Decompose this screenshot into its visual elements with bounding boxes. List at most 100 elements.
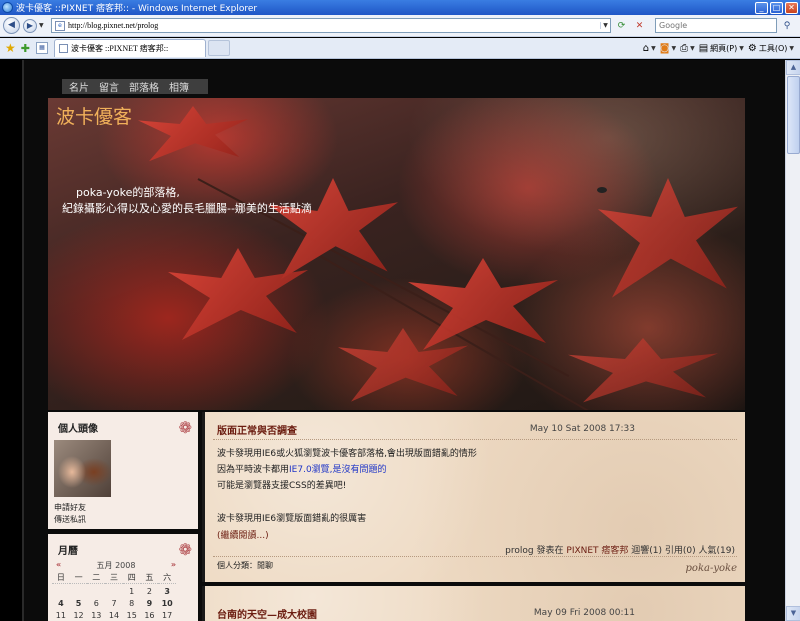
calendar-day[interactable]: 17 — [158, 611, 176, 620]
stop-icon[interactable]: ✕ — [632, 19, 647, 33]
page-menu-icon: ▤ — [698, 42, 709, 54]
post-title[interactable]: 台南的天空—成大校園 — [217, 606, 317, 621]
post-meta: prolog 發表在 PIXNET 痞客邦 迴響(1) 引用(0) 人氣(19) — [505, 543, 735, 556]
nav-item-album[interactable]: 相簿 — [169, 79, 189, 94]
calendar-empty-day — [70, 587, 88, 596]
calendar-day[interactable]: 11 — [52, 611, 70, 620]
calendar-empty-day — [87, 587, 105, 596]
leaf-graphic — [168, 248, 308, 340]
calendar-day[interactable]: 8 — [123, 599, 141, 608]
read-more-link[interactable]: (繼續閱讀...) — [217, 528, 269, 541]
profile-box: 個人頭像 ❁ 申請好友 傳送私訊 — [48, 412, 198, 529]
calendar-day[interactable]: 10 — [158, 599, 176, 608]
blog-title[interactable]: 波卡優客 — [56, 102, 132, 129]
calendar-weekday: 四 — [122, 572, 141, 584]
leaf-graphic — [138, 106, 248, 162]
calendar-day[interactable]: 13 — [87, 611, 105, 620]
calendar-empty-day — [52, 587, 70, 596]
post-category[interactable]: 個人分類：閒聊 — [217, 560, 273, 571]
add-favorite-icon[interactable]: ✚ — [21, 42, 30, 55]
post-site-link[interactable]: PIXNET 痞客邦 — [566, 546, 628, 556]
quick-tabs-icon[interactable]: ▦ — [35, 42, 48, 54]
post-title[interactable]: 版面正常與否調查 — [217, 422, 297, 437]
minimize-button[interactable]: _ — [755, 1, 768, 14]
feeds-button[interactable]: ◙ ▼ — [660, 43, 676, 54]
search-icon[interactable]: ⚲ — [779, 19, 795, 33]
calendar-day[interactable]: 4 — [52, 599, 70, 608]
leaf-graphic — [338, 328, 468, 402]
calendar-day[interactable]: 3 — [158, 587, 176, 596]
print-icon: ⎙ — [680, 42, 689, 54]
address-field[interactable]: e http://blog.pixnet.net/prolog ▼ — [51, 18, 611, 33]
window-titlebar: 波卡優客 ::PIXNET 痞客邦:: - Windows Internet E… — [0, 0, 800, 15]
home-icon: ⌂ — [642, 42, 650, 54]
page-menu-label: 網頁(P) — [710, 43, 738, 53]
tab-active[interactable]: 波卡優客 ::PIXNET 痞客邦:: — [53, 39, 206, 57]
next-month-button[interactable]: » — [171, 560, 176, 571]
tools-menu[interactable]: ⚙ 工具(O) ▼ — [748, 43, 794, 54]
tools-menu-label: 工具(O) — [758, 43, 788, 53]
recent-pages-dropdown[interactable]: ▼ — [39, 22, 47, 29]
nav-item-card[interactable]: 名片 — [69, 79, 89, 94]
page-icon: e — [55, 20, 65, 31]
gear-icon: ⚙ — [747, 42, 757, 54]
scroll-up-button[interactable]: ▲ — [786, 60, 800, 75]
tab-label: 波卡優客 ::PIXNET 痞客邦:: — [70, 44, 169, 53]
search-field[interactable] — [655, 18, 777, 33]
leaf-graphic — [408, 258, 558, 350]
calendar-day[interactable]: 1 — [123, 587, 141, 596]
nav-item-guestbook[interactable]: 留言 — [99, 79, 119, 94]
avatar[interactable] — [54, 440, 111, 497]
post-text: 可能是瀏覽器支援CSS的差異吧! — [217, 481, 347, 491]
refresh-icon[interactable]: ⟳ — [614, 19, 629, 33]
post-text: 波卡發現用IE6或火狐瀏覽波卡優客部落格,會出現版面錯亂的情形 — [217, 449, 477, 459]
calendar-weekday: 二 — [87, 572, 106, 584]
calendar-empty-day — [105, 587, 123, 596]
calendar-day[interactable]: 14 — [105, 611, 123, 620]
calendar-grid: 日一二三四五六 1 2 3 4 5 6 7 8 9 10 11 12 13 14 15 16 17 — [52, 572, 176, 620]
send-message-link[interactable]: 傳送私訊 — [54, 514, 86, 525]
calendar-day[interactable]: 2 — [141, 587, 159, 596]
signature: poka-yoke — [685, 563, 737, 574]
calendar-day[interactable]: 12 — [70, 611, 88, 620]
post-meta-text: 發表在 — [536, 546, 564, 556]
forward-button[interactable]: ▶ — [23, 18, 37, 33]
new-tab-button[interactable] — [207, 40, 230, 56]
print-button[interactable]: ⎙ ▼ — [680, 43, 695, 54]
post-text-fragment: 因為平時波卡都用 — [217, 465, 290, 475]
scroll-down-button[interactable]: ▼ — [786, 606, 800, 621]
add-friend-link[interactable]: 申請好友 — [54, 502, 86, 513]
calendar-month-bar: « 五月 2008 » — [56, 560, 176, 571]
page-viewport: 名片 留言 部落格 相簿 波卡優客 poka-yoke的部落格, 紀錄攝影心得以… — [0, 60, 800, 621]
prev-month-button[interactable]: « — [56, 560, 61, 571]
leaf-graphic — [268, 178, 398, 280]
scroll-thumb[interactable] — [787, 76, 800, 154]
post-link[interactable]: IE7.0瀏覽,是沒有問題的 — [289, 465, 387, 475]
vertical-scrollbar[interactable]: ▲ ▼ — [785, 60, 800, 621]
post-text: 因為平時波卡都用IE7.0瀏覽,是沒有問題的 — [217, 462, 387, 475]
nav-item-blog[interactable]: 部落格 — [129, 79, 159, 94]
blog-banner: 波卡優客 poka-yoke的部落格, 紀錄攝影心得以及心愛的長毛臘腸--娜美的… — [48, 98, 745, 410]
post-author[interactable]: prolog — [505, 546, 533, 556]
calendar-weekday: 五 — [140, 572, 159, 584]
post-stats[interactable]: 迴響(1) 引用(0) 人氣(19) — [631, 546, 735, 556]
calendar-day[interactable]: 6 — [87, 599, 105, 608]
leaf-graphic — [568, 338, 718, 403]
maximize-button[interactable]: □ — [770, 1, 783, 14]
home-button[interactable]: ⌂ ▼ — [643, 43, 656, 54]
url-text[interactable]: http://blog.pixnet.net/prolog — [68, 21, 600, 30]
favorites-star-icon[interactable]: ★ — [5, 41, 16, 55]
page-menu[interactable]: ▤ 網頁(P) ▼ — [699, 43, 744, 54]
calendar-day[interactable]: 16 — [141, 611, 159, 620]
search-input[interactable] — [656, 21, 756, 30]
calendar-weekday: 日 — [52, 572, 70, 584]
calendar-day[interactable]: 15 — [123, 611, 141, 620]
close-button[interactable]: ✕ — [785, 1, 798, 14]
calendar-day[interactable]: 5 — [70, 599, 88, 608]
calendar-day[interactable]: 7 — [105, 599, 123, 608]
back-button[interactable]: ◀ — [3, 17, 20, 34]
calendar-day[interactable]: 9 — [141, 599, 159, 608]
post-date: May 09 Fri 2008 00:11 — [533, 608, 635, 618]
divider — [213, 439, 737, 440]
address-dropdown-icon[interactable]: ▼ — [600, 22, 610, 29]
